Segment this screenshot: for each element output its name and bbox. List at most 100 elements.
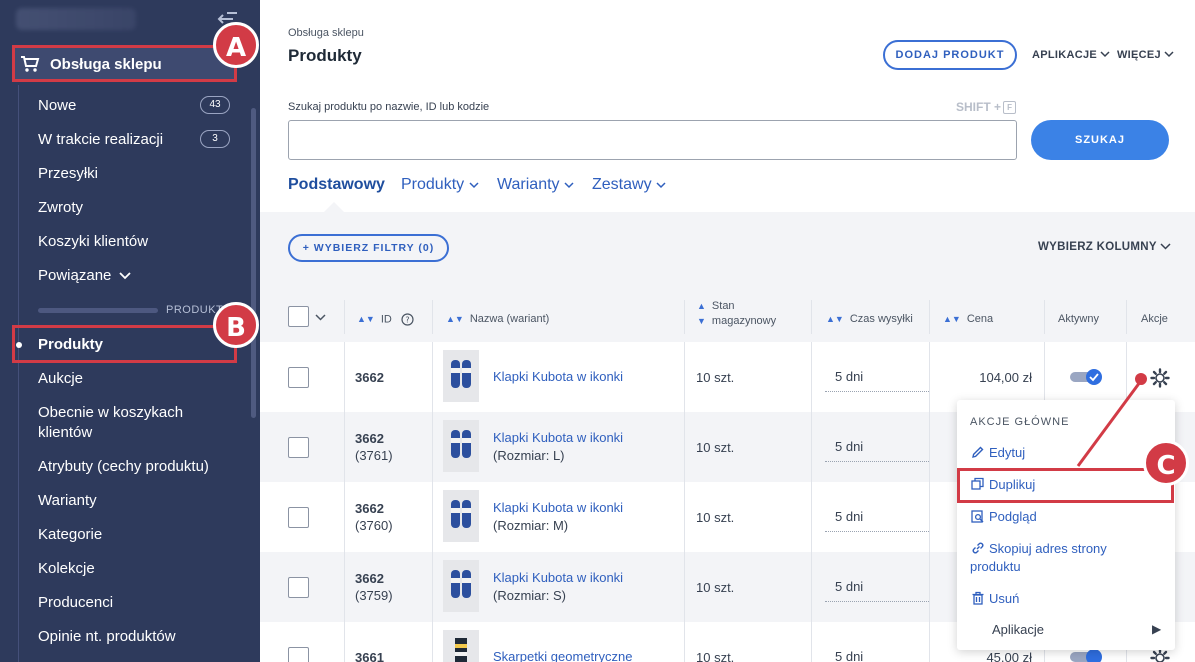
row-id: 3662 (3761) xyxy=(355,431,393,463)
product-name-link[interactable]: Klapki Kubota w ikonki (Rozmiar: S) xyxy=(493,569,623,605)
preview-action[interactable]: Podgląd xyxy=(970,508,1037,526)
chevron-down-icon xyxy=(1160,243,1171,250)
sidebar-item-variants[interactable]: Warianty xyxy=(38,491,97,511)
gear-icon[interactable] xyxy=(1150,368,1170,388)
column-header-stock[interactable]: ▲ Stan ▼ magazynowy xyxy=(697,299,776,329)
product-thumbnail[interactable] xyxy=(443,420,479,472)
column-separator xyxy=(1126,300,1127,334)
product-name-link[interactable]: Klapki Kubota w ikonki xyxy=(493,368,623,386)
sidebar-item-carts[interactable]: Koszyki klientów xyxy=(38,232,148,252)
column-separator xyxy=(684,552,685,622)
row-id-main: 3662 xyxy=(355,431,384,446)
add-product-button[interactable]: DODAJ PRODUKT xyxy=(883,40,1017,70)
stock-value: 10 szt. xyxy=(696,580,735,595)
sidebar-tree-line xyxy=(18,85,19,662)
delete-action[interactable]: Usuń xyxy=(970,590,1019,608)
column-header-name[interactable]: ▲▼ Nazwa (wariant) xyxy=(446,313,549,325)
product-thumbnail[interactable] xyxy=(443,350,479,402)
column-separator xyxy=(344,342,345,412)
stock-value: 10 szt. xyxy=(696,650,735,662)
sidebar-item-related[interactable]: Powiązane xyxy=(38,266,132,286)
tab-products[interactable]: Produkty xyxy=(401,176,479,194)
column-header-actions: Akcje xyxy=(1141,313,1168,325)
sidebar-scrollbar[interactable] xyxy=(251,108,256,418)
sidebar-item-shipments[interactable]: Przesyłki xyxy=(38,164,98,184)
popup-heading: AKCJE GŁÓWNE xyxy=(970,416,1070,428)
variant-label: (Rozmiar: L) xyxy=(493,448,565,463)
column-header-shipping[interactable]: ▲▼ Czas wysyłki xyxy=(826,313,913,325)
chevron-down-icon xyxy=(656,182,666,189)
choose-columns-dropdown[interactable]: WYBIERZ KOLUMNY xyxy=(1038,241,1171,253)
sidebar-item-collections[interactable]: Kolekcje xyxy=(38,559,95,579)
edit-action[interactable]: Edytuj xyxy=(970,444,1025,462)
copy-url-action-label: Skopiuj adres strony produktu xyxy=(970,540,1107,576)
column-separator xyxy=(344,300,345,334)
product-name-link[interactable]: Skarpetki geometryczne xyxy=(493,648,632,662)
search-button[interactable]: SZUKAJ xyxy=(1031,120,1169,160)
sidebar-item-producers[interactable]: Producenci xyxy=(38,593,113,613)
variant-label: (Rozmiar: M) xyxy=(493,518,569,533)
product-thumbnail[interactable] xyxy=(443,630,479,662)
help-icon[interactable]: ? xyxy=(401,313,414,326)
sidebar-item-auctions[interactable]: Aukcje xyxy=(38,369,83,389)
chevron-down-icon[interactable] xyxy=(315,314,326,321)
active-toggle[interactable] xyxy=(1070,649,1104,662)
gear-icon[interactable] xyxy=(1150,648,1170,662)
product-thumbnail[interactable] xyxy=(443,490,479,542)
sidebar-item-new[interactable]: Nowe xyxy=(38,96,76,116)
row-checkbox[interactable] xyxy=(288,507,309,528)
apps-menu[interactable]: APLIKACJE xyxy=(1032,49,1110,61)
sidebar-item-related-label: Powiązane xyxy=(38,267,112,284)
copy-url-action[interactable]: Skopiuj adres strony produktu xyxy=(970,540,1107,576)
tab-products-label: Produkty xyxy=(401,176,465,193)
row-id-main: 3662 xyxy=(355,571,384,586)
more-menu[interactable]: WIĘCEJ xyxy=(1117,49,1174,61)
breadcrumb[interactable]: Obsługa sklepu xyxy=(288,27,364,39)
shipping-time-field[interactable]: 5 dni xyxy=(825,642,929,662)
shipping-time-field[interactable]: 5 dni xyxy=(825,362,929,392)
sidebar-item-categories[interactable]: Kategorie xyxy=(38,525,102,545)
sidebar-item-in-progress[interactable]: W trakcie realizacji xyxy=(38,130,163,150)
sidebar-item-reviews[interactable]: Opinie nt. produktów xyxy=(38,627,176,647)
column-separator xyxy=(432,482,433,552)
highlight-box-c xyxy=(957,468,1174,503)
column-header-price[interactable]: ▲▼ Cena xyxy=(943,313,993,325)
shipping-time-field[interactable]: 5 dni xyxy=(825,572,929,602)
product-thumbnail[interactable] xyxy=(443,560,479,612)
search-label: Szukaj produktu po nazwie, ID lub kodzie xyxy=(288,101,490,113)
product-name-link[interactable]: Klapki Kubota w ikonki (Rozmiar: L) xyxy=(493,429,623,465)
row-checkbox[interactable] xyxy=(288,367,309,388)
column-header-shipping-label: Czas wysyłki xyxy=(849,313,913,325)
shipping-time-field[interactable]: 5 dni xyxy=(825,502,929,532)
choose-columns-label: WYBIERZ KOLUMNY xyxy=(1038,241,1157,253)
tab-sets[interactable]: Zestawy xyxy=(592,176,666,194)
more-menu-label: WIĘCEJ xyxy=(1117,49,1161,61)
apps-submenu[interactable]: Aplikacje xyxy=(992,622,1044,637)
tab-basic[interactable]: Podstawowy xyxy=(288,176,385,194)
sidebar-item-attributes[interactable]: Atrybuty (cechy produktu) xyxy=(38,457,209,477)
sidebar-item-in-carts[interactable]: Obecnie w koszykach klientów xyxy=(38,403,228,443)
column-header-id-label: ID xyxy=(380,313,392,326)
column-separator xyxy=(344,622,345,662)
column-header-id[interactable]: ▲▼ ID ? xyxy=(357,313,414,326)
store-logo xyxy=(16,8,136,30)
product-name-link[interactable]: Klapki Kubota w ikonki (Rozmiar: M) xyxy=(493,499,623,535)
column-separator xyxy=(929,300,930,334)
column-header-name-label: Nazwa (wariant) xyxy=(469,313,550,325)
row-id-variant: (3761) xyxy=(355,448,393,463)
row-checkbox[interactable] xyxy=(288,437,309,458)
column-separator xyxy=(684,342,685,412)
search-input[interactable] xyxy=(288,120,1017,160)
tab-variants[interactable]: Warianty xyxy=(497,176,574,194)
sidebar-item-returns[interactable]: Zwroty xyxy=(38,198,83,218)
price-value: 45,00 zł xyxy=(986,650,1032,662)
row-id: 3662 (3760) xyxy=(355,501,393,533)
column-header-stock-label-2: magazynowy xyxy=(711,315,777,327)
copy-url-label-line-2: produktu xyxy=(970,559,1021,574)
shipping-time-field[interactable]: 5 dni xyxy=(825,432,929,462)
row-checkbox[interactable] xyxy=(288,647,309,662)
column-separator xyxy=(432,622,433,662)
add-filter-button[interactable]: + WYBIERZ FILTRY (0) xyxy=(288,234,449,262)
row-checkbox[interactable] xyxy=(288,577,309,598)
select-all-checkbox[interactable] xyxy=(288,306,309,327)
